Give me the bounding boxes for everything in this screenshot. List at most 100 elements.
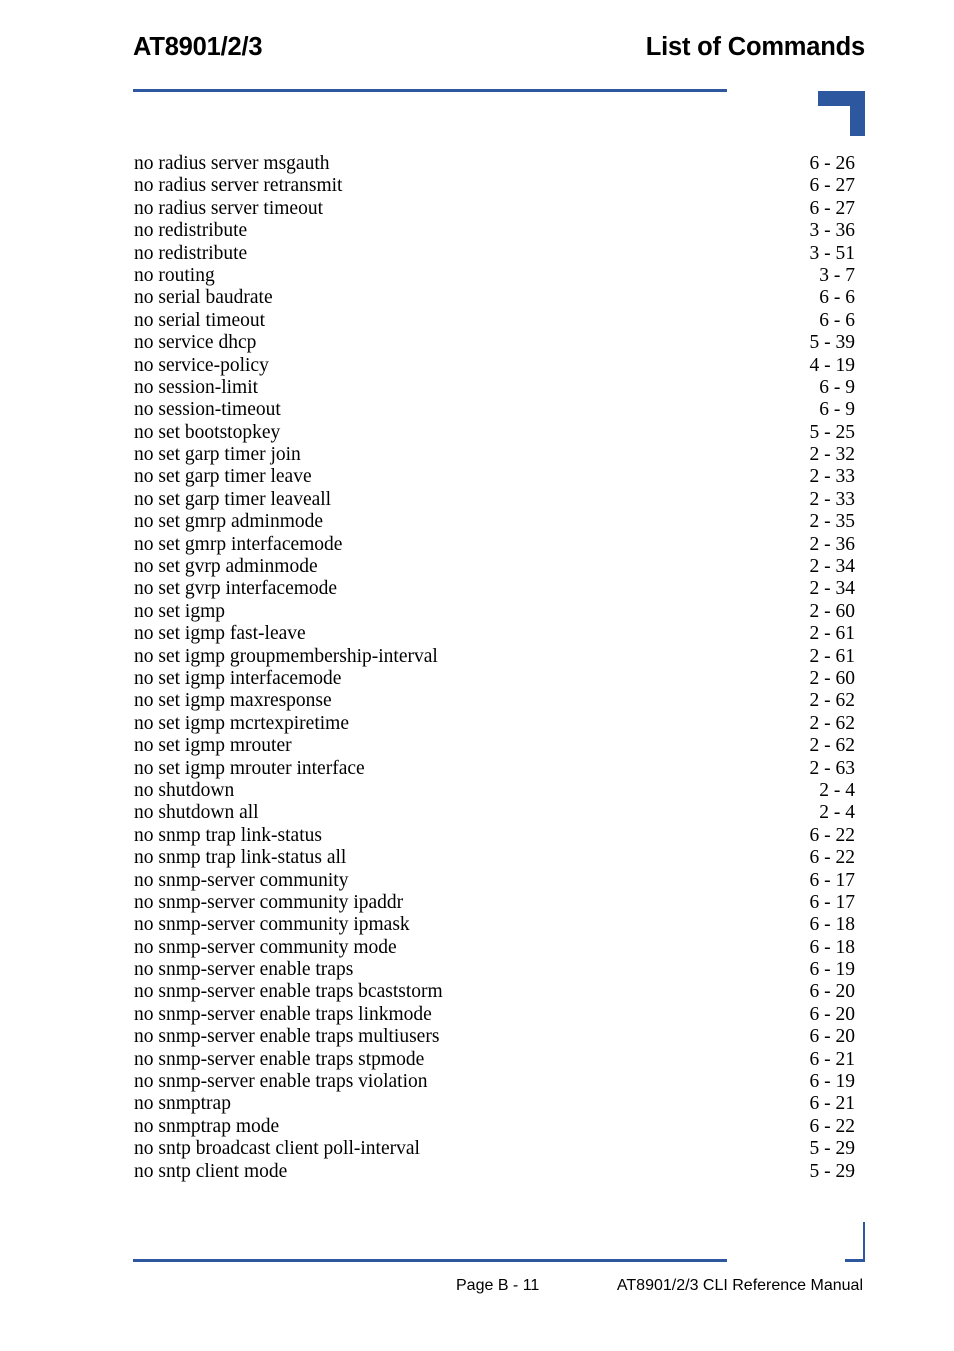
index-entry-page-number: 6 - 20 [809, 1003, 856, 1025]
index-entry[interactable]: no set igmp mrouter 2 - 62 [133, 735, 855, 757]
header-section-title: List of Commands [645, 33, 865, 61]
index-entry[interactable]: no snmp-server enable traps stpmode 6 - 2… [133, 1049, 855, 1071]
index-entry[interactable]: no sntp broadcast client poll-interval 5 … [133, 1138, 855, 1160]
index-entry[interactable]: no snmp trap link-status 6 - 22 [133, 825, 855, 847]
index-entry[interactable]: no serial baudrate 6 - 6 [133, 287, 855, 309]
index-entry[interactable]: no redistribute 3 - 51 [133, 243, 855, 265]
index-entry[interactable]: no set gvrp adminmode 2 - 34 [133, 556, 855, 578]
index-entry-command: no session-timeout [134, 399, 281, 421]
index-entry[interactable]: no snmptrap 6 - 21 [133, 1093, 855, 1115]
index-entry[interactable]: no snmptrap mode 6 - 22 [133, 1116, 855, 1138]
index-entry[interactable]: no snmp-server enable traps violation 6 -… [133, 1071, 855, 1093]
index-entry-page-number: 6 - 6 [819, 287, 855, 309]
index-entry-command: no service-policy [134, 354, 269, 376]
index-entry-command: no snmp trap link-status [134, 824, 322, 846]
index-entry[interactable]: no shutdown all 2 - 4 [133, 802, 855, 824]
index-entry-command: no serial baudrate [134, 287, 273, 309]
index-entry-page-number: 6 - 21 [809, 1048, 856, 1070]
index-entry-command: no snmp-server enable traps violation [134, 1071, 428, 1093]
header-product-name: AT8901/2/3 [133, 33, 263, 61]
index-entry-page-number: 5 - 29 [809, 1138, 856, 1160]
index-entry-page-number: 3 - 51 [809, 242, 856, 264]
index-entry[interactable]: no shutdown 2 - 4 [133, 780, 855, 802]
index-entry-command: no routing [134, 264, 215, 286]
index-entry-command: no set garp timer leaveall [134, 488, 332, 510]
index-entry[interactable]: no snmp-server enable traps 6 - 19 [133, 959, 855, 981]
index-entry-page-number: 6 - 9 [819, 399, 855, 421]
index-entry-command: no radius server msgauth [134, 153, 330, 174]
index-entry-command: no snmp-server community ipaddr [134, 891, 404, 913]
index-entry[interactable]: no snmp-server enable traps bcaststorm 6 … [133, 981, 855, 1003]
index-entry-command: no set bootstopkey [134, 421, 281, 443]
index-entry[interactable]: no snmp-server enable traps linkmode 6 - … [133, 1004, 855, 1026]
index-entry-command: no set igmp interfacemode [134, 667, 342, 689]
index-entry-command: no set garp timer leave [134, 466, 312, 488]
index-entry[interactable]: no serial timeout 6 - 6 [133, 310, 855, 332]
index-entry-page-number: 6 - 18 [809, 914, 856, 936]
footer-manual-title: AT8901/2/3 CLI Reference Manual [616, 1277, 863, 1294]
index-entry[interactable]: no set garp timer leaveall 2 - 33 [133, 489, 855, 511]
index-entry[interactable]: no set bootstopkey 5 - 25 [133, 422, 855, 444]
index-entry-command: no snmp-server community mode [134, 936, 397, 958]
index-entry[interactable]: no set gvrp interfacemode 2 - 34 [133, 578, 855, 600]
index-entry[interactable]: no snmp-server enable traps multiusers 6 … [133, 1026, 855, 1048]
index-entry[interactable]: no snmp-server community mode 6 - 18 [133, 937, 855, 959]
index-entry[interactable]: no set igmp interfacemode 2 - 60 [133, 668, 855, 690]
index-entry[interactable]: no snmp-server community 6 - 17 [133, 870, 855, 892]
index-entry-page-number: 2 - 34 [809, 578, 856, 600]
index-entry-command: no sntp broadcast client poll-interval [134, 1138, 420, 1160]
index-entry-command: no snmp-server enable traps [134, 959, 354, 981]
index-entry[interactable]: no set igmp mrouter interface 2 - 63 [133, 758, 855, 780]
index-entry[interactable]: no snmp-server community ipmask 6 - 18 [133, 914, 855, 936]
header-divider-rule [133, 89, 727, 92]
index-entry-command: no set gmrp adminmode [134, 511, 324, 533]
index-entry[interactable]: no set gmrp adminmode 2 - 35 [133, 511, 855, 533]
index-entry[interactable]: no session-limit 6 - 9 [133, 377, 855, 399]
index-entry-command: no set igmp mrouter [134, 735, 292, 757]
index-entry[interactable]: no service-policy 4 - 19 [133, 355, 855, 377]
index-entry[interactable]: no radius server retransmit 6 - 27 [133, 175, 855, 197]
index-entry-command: no sntp client mode [134, 1160, 288, 1182]
command-index-list: no radius server msgauth 6 - 26 no radius … [133, 153, 855, 1183]
index-entry-command: no snmptrap [134, 1093, 231, 1115]
index-entry-page-number: 6 - 22 [809, 824, 856, 846]
index-entry-page-number: 2 - 60 [809, 600, 856, 622]
index-entry-page-number: 6 - 21 [809, 1093, 856, 1115]
index-entry[interactable]: no sntp client mode 5 - 29 [133, 1161, 855, 1183]
footer-corner-mark-icon [845, 1222, 865, 1262]
index-entry-page-number: 6 - 27 [809, 197, 856, 219]
index-entry[interactable]: no routing 3 - 7 [133, 265, 855, 287]
index-entry[interactable]: no radius server msgauth 6 - 26 [133, 153, 855, 175]
index-entry-page-number: 2 - 62 [809, 712, 856, 734]
index-entry[interactable]: no redistribute 3 - 36 [133, 220, 855, 242]
index-entry[interactable]: no service dhcp 5 - 39 [133, 332, 855, 354]
index-entry-command: no redistribute [134, 220, 248, 242]
index-entry[interactable]: no radius server timeout 6 - 27 [133, 198, 855, 220]
index-entry-page-number: 2 - 60 [809, 667, 856, 689]
index-entry-command: no session-limit [134, 376, 259, 398]
index-entry[interactable]: no set gmrp interfacemode 2 - 36 [133, 534, 855, 556]
index-entry-command: no snmp trap link-status all [134, 847, 347, 869]
index-entry-page-number: 2 - 33 [809, 488, 856, 510]
index-entry-page-number: 2 - 61 [809, 645, 856, 667]
index-entry[interactable]: no snmp-server community ipaddr 6 - 17 [133, 892, 855, 914]
index-entry[interactable]: no snmp trap link-status all 6 - 22 [133, 847, 855, 869]
index-entry-command: no redistribute [134, 242, 248, 264]
index-entry[interactable]: no set igmp fast-leave 2 - 61 [133, 623, 855, 645]
index-entry-command: no set igmp [134, 600, 225, 622]
index-entry-page-number: 2 - 33 [809, 466, 856, 488]
index-entry[interactable]: no set igmp maxresponse 2 - 62 [133, 690, 855, 712]
index-entry-page-number: 2 - 4 [819, 779, 855, 801]
index-entry[interactable]: no set igmp mcrtexpiretime 2 - 62 [133, 713, 855, 735]
index-entry-command: no set garp timer join [134, 444, 301, 466]
index-entry-command: no shutdown [134, 779, 235, 801]
index-entry[interactable]: no session-timeout 6 - 9 [133, 399, 855, 421]
index-entry-command: no snmp-server community ipmask [134, 914, 410, 936]
index-entry-command: no serial timeout [134, 309, 266, 331]
index-entry[interactable]: no set igmp 2 - 60 [133, 601, 855, 623]
index-entry-command: no snmptrap mode [134, 1115, 280, 1137]
index-entry[interactable]: no set garp timer join 2 - 32 [133, 444, 855, 466]
index-entry-page-number: 2 - 63 [809, 757, 856, 779]
index-entry[interactable]: no set garp timer leave 2 - 33 [133, 466, 855, 488]
index-entry[interactable]: no set igmp groupmembership-interval 2 - … [133, 646, 855, 668]
